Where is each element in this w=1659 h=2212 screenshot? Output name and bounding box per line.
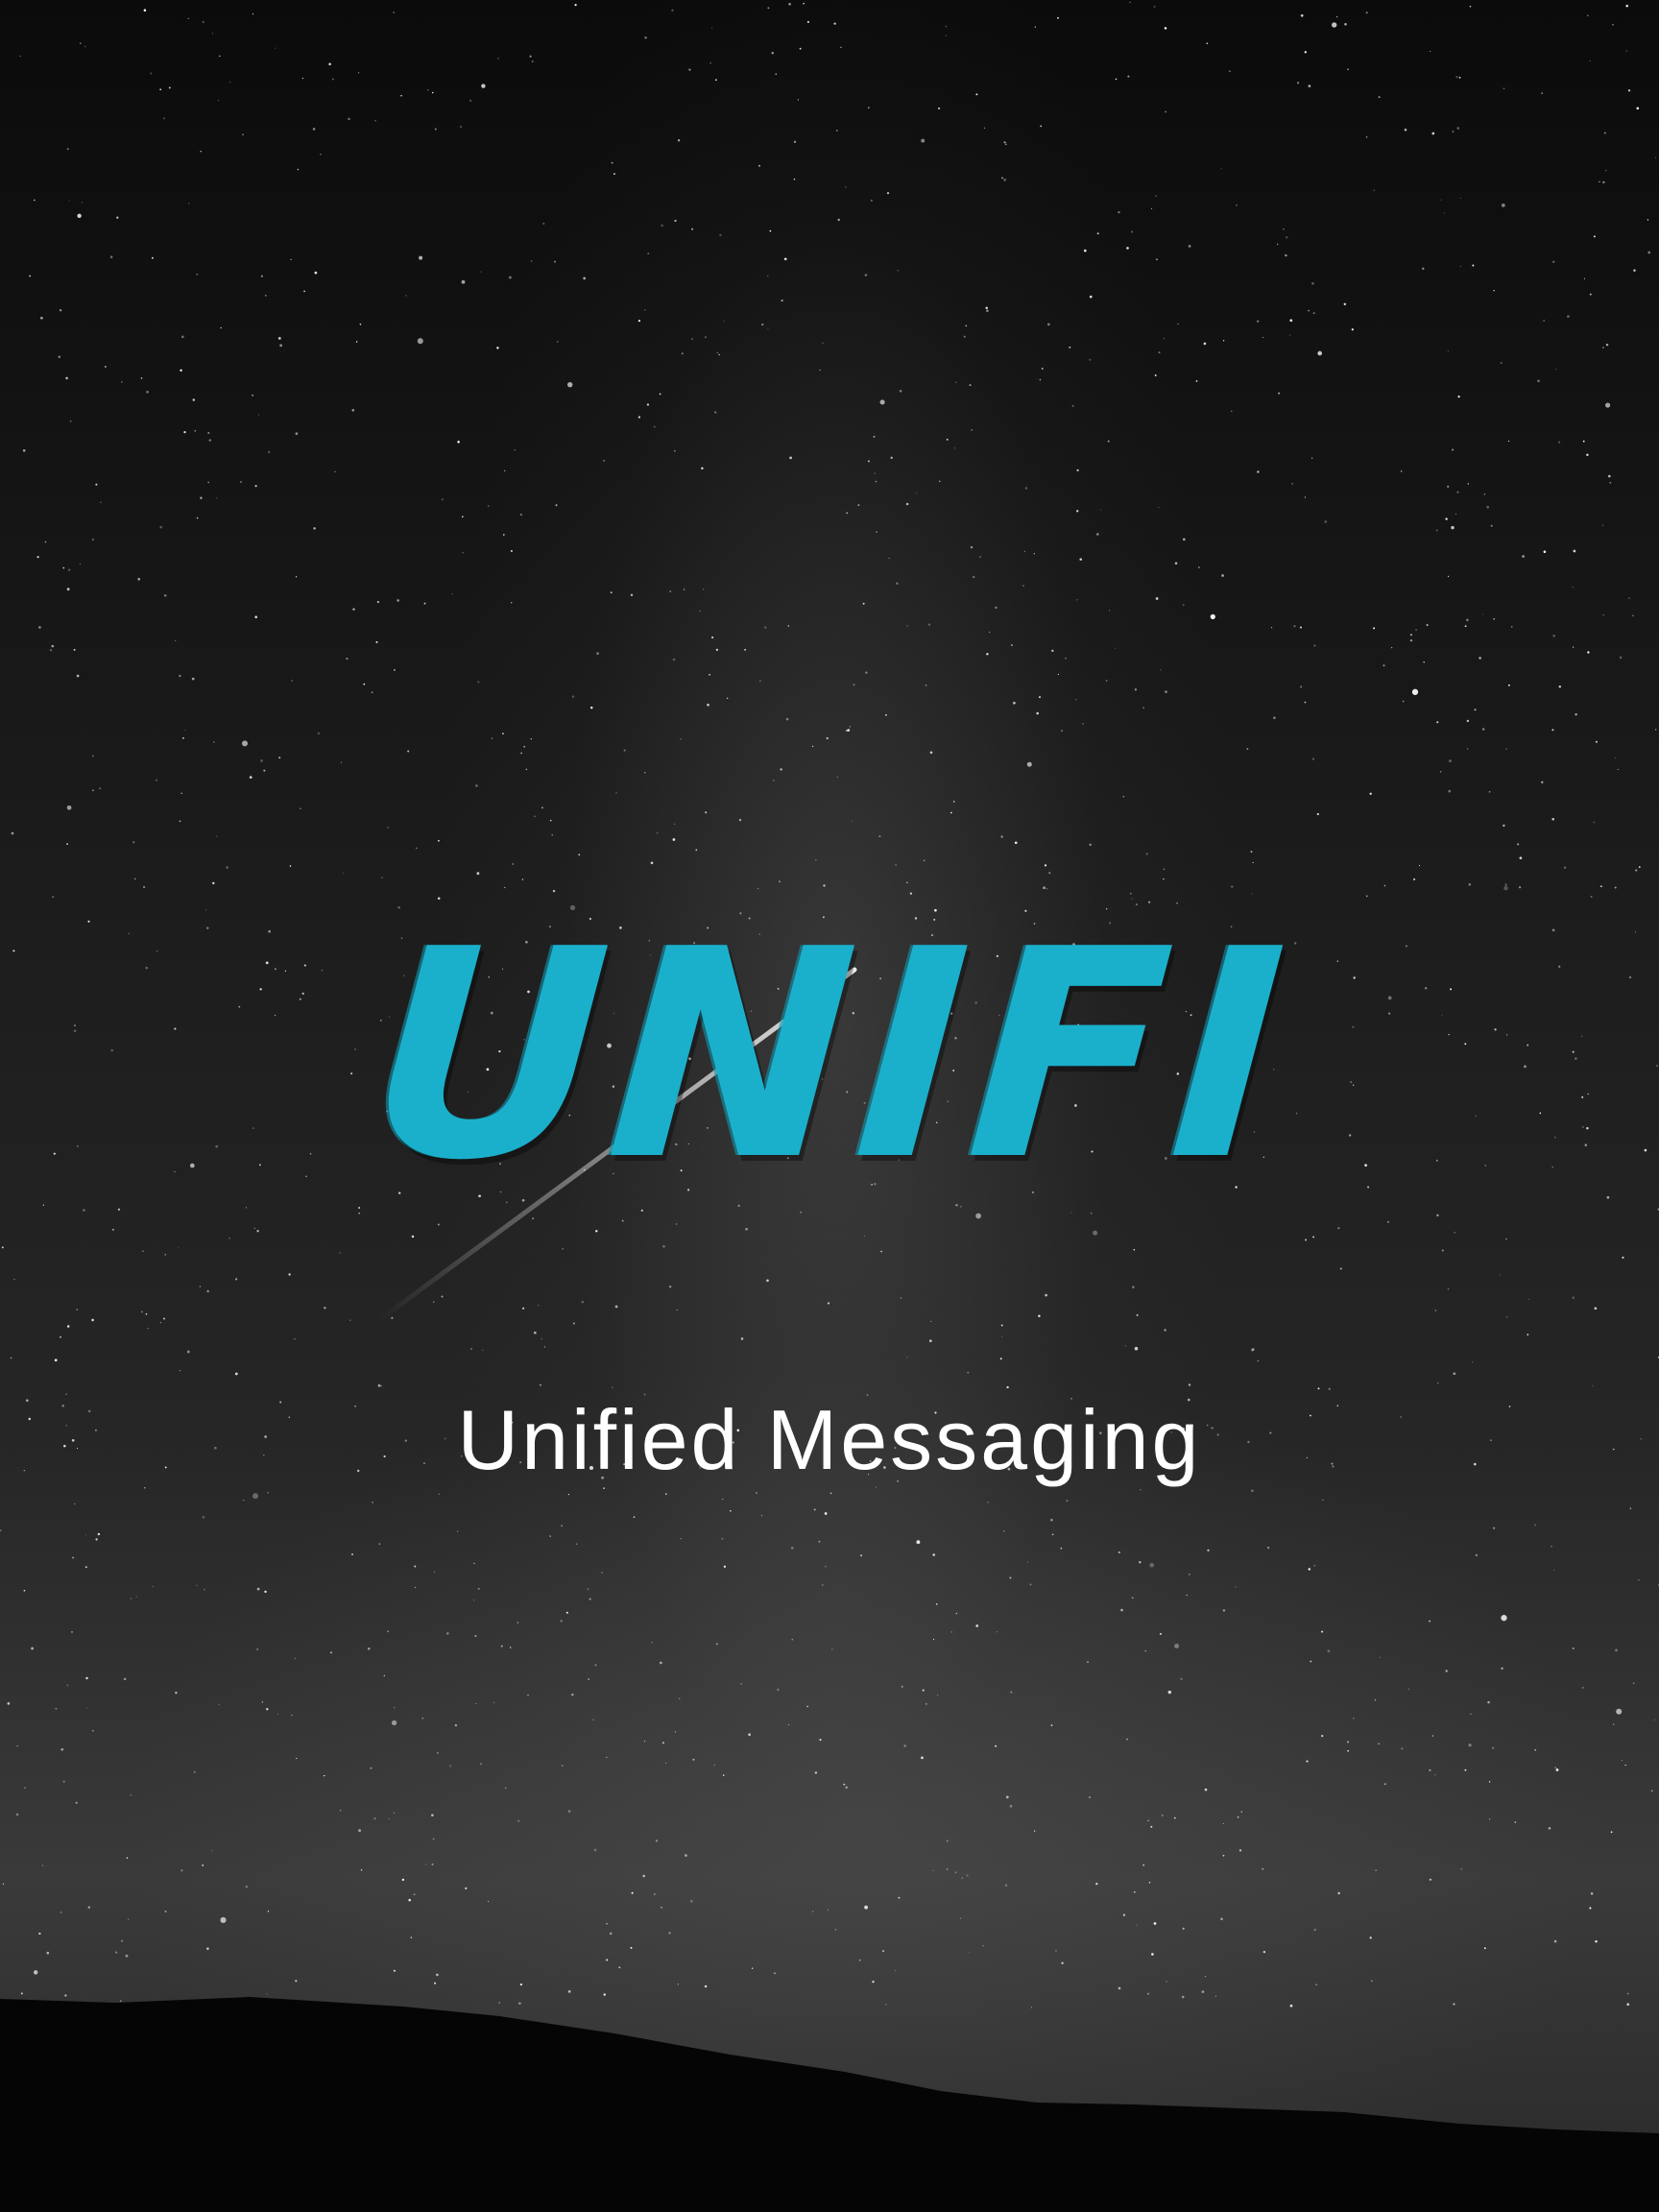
app-tagline: Unified Messaging <box>457 1392 1202 1487</box>
app-logo: UNIFI <box>360 888 1299 1223</box>
splash-screen: UNIFI Unified Messaging <box>0 0 1659 2212</box>
